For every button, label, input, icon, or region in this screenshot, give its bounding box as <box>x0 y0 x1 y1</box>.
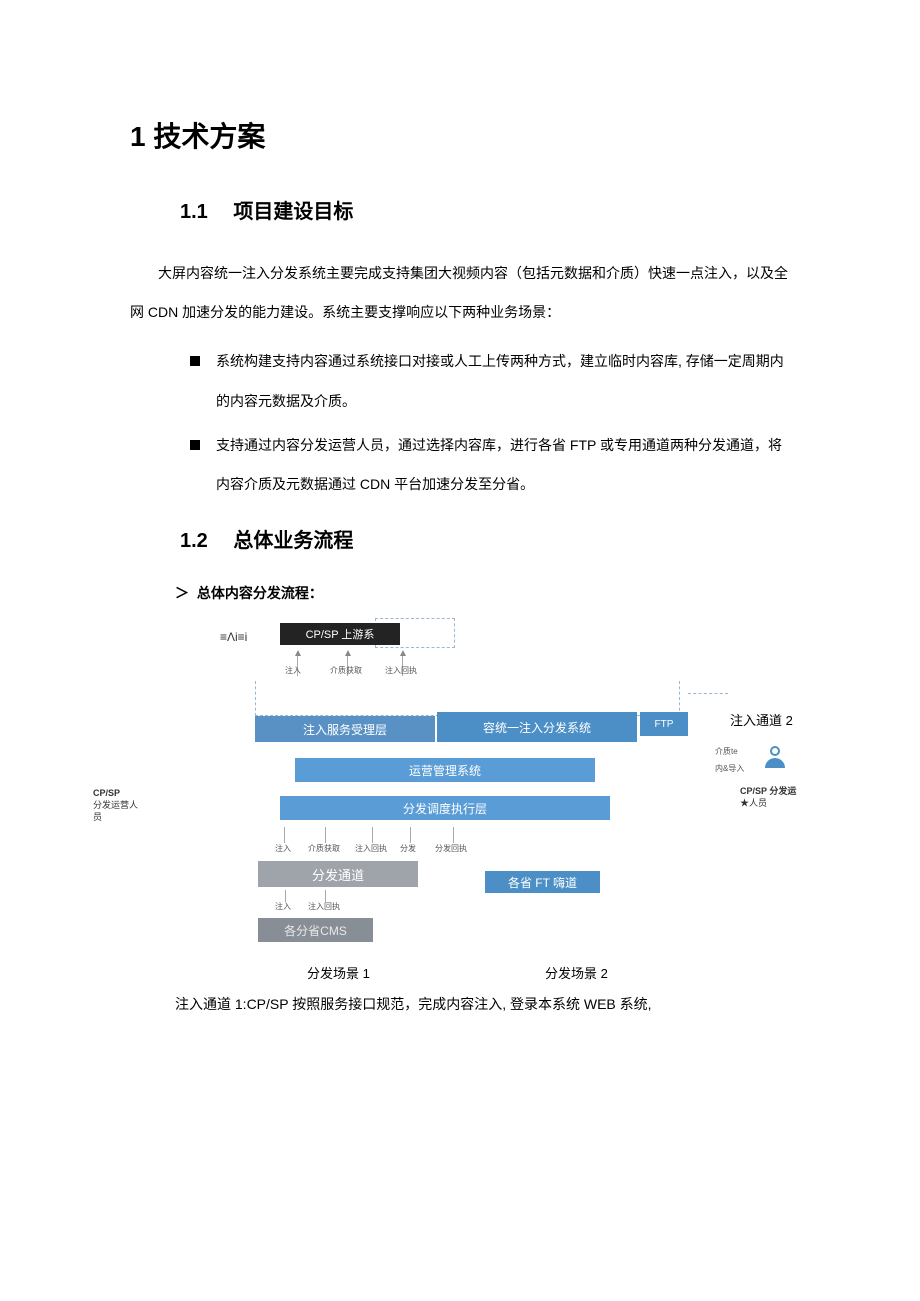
arrow-up-icon <box>295 650 301 656</box>
diagram-arrow-label-1-3: 注入回执 <box>385 665 417 676</box>
bullet-text-2: 支持通过内容分发运营人员，通过选择内容库，进行各省 FTP 或专用通道两种分发通… <box>216 426 790 504</box>
section1-bullet-list: 系统构建支持内容通过系统接口对接或人工上传两种方式，建立临时内容库, 存储一定周… <box>190 342 790 504</box>
diagram-scene2: 分发场景 2 <box>545 963 608 982</box>
diagram-system-title: 容统一注入分发系统 <box>437 712 637 742</box>
heading-1: 1 技术方案 <box>130 115 790 155</box>
diagram-left-role-1: CP/SP <box>93 788 163 800</box>
diagram-dist-channel: 分发通道 <box>258 861 418 887</box>
section1-para: 大屏内容统一注入分发系统主要完成支持集团大视频内容（包括元数据和介质）快速一点注… <box>130 254 790 332</box>
heading-1-2-text: 总体业务流程 <box>233 530 353 552</box>
diagram-arrow-label-1-2: 介质获取 <box>330 665 362 676</box>
diagram-right-role-2: ★人员 <box>740 798 820 810</box>
arrow-line <box>325 890 326 902</box>
diagram-right-small-1: 介质te <box>715 746 738 757</box>
section2-footer-para: 注入通道 1:CP/SP 按照服务接口规范，完成内容注入, 登录本系统 WEB … <box>175 990 790 1018</box>
flow-diagram: ≡Λi≡i CP/SP 上游系 注入 介质获取 注入回执 注入服务受理层 容统一… <box>175 618 835 978</box>
arrow-line <box>453 827 454 843</box>
diagram-arrow-label-3-2: 注入回执 <box>308 901 340 912</box>
diagram-arrow-label-2-1: 注入 <box>275 843 291 854</box>
diagram-ftp-box: FTP <box>640 712 688 736</box>
diagram-arrow-label-1-1: 注入 <box>285 665 301 676</box>
diagram-left-role-3: 员 <box>93 812 163 824</box>
diagram-equation: ≡Λi≡i <box>220 630 247 644</box>
diagram-channel2-label: 注入通道 2 <box>730 710 793 729</box>
diagram-left-role-2: 分发运营人 <box>93 800 163 812</box>
diagram-dashed-connector <box>688 693 728 694</box>
bullet-item-2: 支持通过内容分发运营人员，通过选择内容库，进行各省 FTP 或专用通道两种分发通… <box>190 426 790 504</box>
diagram-arrow-label-2-5: 分发回执 <box>435 843 467 854</box>
diagram-layer-exec: 分发调度执行层 <box>280 796 610 820</box>
diagram-arrow-label-2-3: 注入回执 <box>355 843 387 854</box>
diagram-layer-ops: 运营管理系统 <box>295 758 595 782</box>
section2-subheading-text: 总体内容分发流程： <box>197 585 323 601</box>
diagram-ft-channel: 各省 FT 嗨道 <box>485 871 600 893</box>
diagram-arrow-label-2-2: 介质获取 <box>308 843 340 854</box>
diagram-right-role-1: CP/SP 分发运 <box>740 786 820 798</box>
diagram-dashed-box-2 <box>255 681 680 716</box>
square-bullet-icon <box>190 440 200 450</box>
arrow-line <box>372 827 373 843</box>
arrow-line <box>325 827 326 843</box>
diagram-scene1: 分发场景 1 <box>307 963 370 982</box>
bullet-text-1: 系统构建支持内容通过系统接口对接或人工上传两种方式，建立临时内容库, 存储一定周… <box>216 342 790 420</box>
arrow-line <box>284 827 285 843</box>
bullet-item-1: 系统构建支持内容通过系统接口对接或人工上传两种方式，建立临时内容库, 存储一定周… <box>190 342 790 420</box>
square-bullet-icon <box>190 356 200 366</box>
heading-1-1: 1.1 项目建设目标 <box>180 195 790 224</box>
diagram-arrow-label-3-1: 注入 <box>275 901 291 912</box>
diagram-left-role: CP/SP 分发运营人 员 <box>93 788 163 823</box>
diagram-cms-box: 各分省CMS <box>258 918 373 942</box>
chevron-right-icon: ＞ <box>175 585 189 601</box>
heading-1-2: 1.2 总体业务流程 <box>180 524 790 553</box>
diagram-right-small-2: 内&导入 <box>715 763 744 774</box>
heading-1-1-text: 项目建设目标 <box>233 201 353 223</box>
person-icon <box>763 746 787 770</box>
diagram-layer-accept: 注入服务受理层 <box>255 716 435 742</box>
heading-1-1-num: 1.1 <box>180 201 208 224</box>
diagram-cpsp-upstream: CP/SP 上游系 <box>280 623 400 645</box>
arrow-line <box>410 827 411 843</box>
section2-subheading: ＞ 总体内容分发流程： <box>175 583 790 603</box>
arrow-up-icon <box>400 650 406 656</box>
arrow-up-icon <box>345 650 351 656</box>
arrow-line <box>285 890 286 902</box>
diagram-right-role: CP/SP 分发运 ★人员 <box>740 786 820 809</box>
diagram-arrow-label-2-4: 分发 <box>400 843 416 854</box>
heading-1-2-num: 1.2 <box>180 530 208 553</box>
